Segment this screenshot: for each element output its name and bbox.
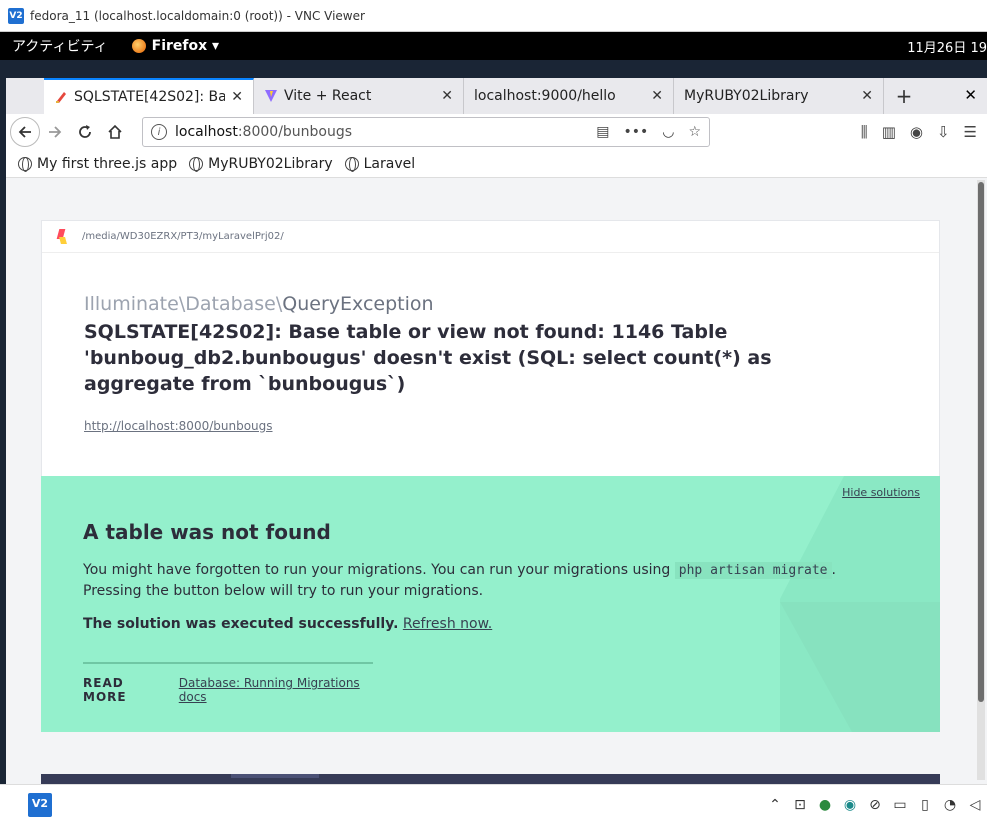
card-topbar: /media/WD30EZRX/PT3/myLaravelPrj02/: [42, 221, 939, 253]
code-snippet: php artisan migrate: [674, 562, 832, 579]
exception-card: /media/WD30EZRX/PT3/myLaravelPrj02/ Illu…: [41, 220, 940, 478]
battery-icon[interactable]: ▭: [892, 797, 908, 813]
app-menu-label: Firefox ▾: [151, 38, 220, 54]
close-icon[interactable]: ✕: [861, 88, 873, 104]
solution-status: The solution was executed successfully. …: [83, 616, 492, 632]
tab-label: localhost:9000/hello: [474, 88, 616, 104]
app-menu-firefox[interactable]: Firefox ▾: [131, 38, 220, 54]
eye-icon[interactable]: ◉: [842, 797, 858, 813]
tab-bar: SQLSTATE[42S02]: Ba ✕ Vite + React ✕ loc…: [6, 78, 987, 114]
success-message: The solution was executed successfully.: [83, 616, 399, 632]
page-viewport: /media/WD30EZRX/PT3/myLaravelPrj02/ Illu…: [6, 178, 987, 784]
bookmark-label: MyRUBY02Library: [208, 155, 333, 172]
solution-title: A table was not found: [83, 520, 331, 544]
menu-icon[interactable]: ☰: [964, 123, 977, 141]
taskbar: V2 ⌃ ⊡ ● ◉ ⊘ ▭ ▯ ◔ ◁: [0, 784, 987, 824]
chrome-icon[interactable]: ●: [817, 797, 833, 813]
exception-namespace: Illuminate\Database\: [84, 293, 283, 315]
activities-button[interactable]: アクティビティ: [12, 36, 108, 56]
read-more-section: READ MORE Database: Running Migrations d…: [83, 662, 373, 704]
tab-vite-react[interactable]: Vite + React ✕: [254, 78, 464, 114]
tab-localhost-9000[interactable]: localhost:9000/hello ✕: [464, 78, 674, 114]
volume-icon[interactable]: ◁: [967, 797, 983, 813]
sidebar-icon[interactable]: ▥: [882, 123, 896, 141]
ime-icon[interactable]: ⊡: [792, 797, 808, 813]
url-path: :8000/bunbougs: [237, 124, 353, 140]
exception-name: QueryException: [282, 293, 434, 315]
solution-text-end: .: [831, 562, 836, 578]
clock[interactable]: 11月26日 19: [907, 37, 987, 56]
bookmark-star-icon[interactable]: ☆: [688, 124, 701, 140]
solution-text: You might have forgotten to run your mig…: [83, 562, 675, 578]
scrollbar-thumb[interactable]: [978, 182, 984, 702]
refresh-link[interactable]: Refresh now.: [403, 616, 492, 632]
reader-view-icon[interactable]: ▤: [596, 124, 609, 140]
library-icon[interactable]: ⫼: [861, 123, 868, 141]
request-url-link[interactable]: http://localhost:8000/bunbougs: [84, 419, 897, 433]
wifi-icon[interactable]: ◔: [942, 797, 958, 813]
gnome-top-bar: アクティビティ Firefox ▾ 11月26日 19: [0, 32, 987, 60]
forward-button[interactable]: [40, 117, 70, 147]
firefox-icon: [131, 39, 146, 53]
reload-icon: [79, 125, 91, 138]
globe-icon: [18, 156, 32, 172]
hide-solutions-link[interactable]: Hide solutions: [842, 486, 920, 499]
tab-label: MyRUBY02Library: [684, 88, 809, 104]
reload-button[interactable]: [70, 117, 100, 147]
ignition-logo-icon: [56, 229, 68, 245]
docs-link[interactable]: Database: Running Migrations docs: [179, 676, 373, 704]
url-host: localhost: [175, 124, 238, 140]
back-button[interactable]: [10, 117, 40, 147]
vite-icon: [265, 90, 277, 102]
usb-icon[interactable]: ▯: [917, 797, 933, 813]
tab-label: SQLSTATE[42S02]: Ba: [74, 89, 226, 105]
solution-text-line2: Pressing the button below will try to ru…: [83, 583, 484, 599]
navigation-bar: i localhost:8000/bunbougs ▤ ••• ◡ ☆ ⫼ ▥ …: [6, 114, 987, 150]
window-close-icon[interactable]: ✕: [964, 86, 977, 104]
account-icon[interactable]: ◉: [910, 123, 923, 141]
bookmark-item[interactable]: Laravel: [344, 155, 416, 172]
new-tab-button[interactable]: +: [884, 78, 924, 114]
bookmark-item[interactable]: My first three.js app: [18, 156, 177, 172]
scrollbar[interactable]: [977, 180, 985, 780]
arrow-left-icon: [18, 126, 31, 138]
globe-icon: [344, 156, 359, 172]
tab-sqlstate[interactable]: SQLSTATE[42S02]: Ba ✕: [44, 78, 254, 114]
more-actions-icon[interactable]: •••: [623, 124, 648, 140]
arrow-right-icon: [49, 126, 62, 138]
bookmark-label: My first three.js app: [37, 155, 178, 172]
tab-myruby02library[interactable]: MyRUBY02Library ✕: [674, 78, 884, 114]
exception-message: SQLSTATE[42S02]: Base table or view not …: [84, 321, 772, 395]
solution-panel: Hide solutions A table was not found You…: [41, 476, 940, 732]
globe-icon: [189, 156, 204, 172]
pocket-icon[interactable]: ◡: [662, 124, 674, 140]
vnc-taskbar-icon[interactable]: V2: [28, 792, 52, 817]
close-icon[interactable]: ✕: [441, 88, 453, 104]
firefox-window: SQLSTATE[42S02]: Ba ✕ Vite + React ✕ loc…: [6, 78, 987, 784]
stack-trace-header: [41, 774, 940, 784]
network-off-icon[interactable]: ⊘: [867, 797, 883, 813]
close-icon[interactable]: ✕: [651, 88, 663, 104]
vnc-logo-icon: V2: [8, 7, 24, 24]
info-icon[interactable]: i: [151, 124, 167, 140]
project-path: /media/WD30EZRX/PT3/myLaravelPrj02/: [82, 231, 284, 242]
bookmark-label: Laravel: [363, 155, 416, 172]
vnc-titlebar: V2 fedora_11 (localhost.localdomain:0 (r…: [0, 0, 987, 32]
home-icon: [108, 124, 122, 139]
chevron-up-icon[interactable]: ⌃: [767, 797, 783, 813]
home-button[interactable]: [100, 117, 130, 147]
bookmarks-toolbar: My first three.js app MyRUBY02Library La…: [6, 150, 987, 178]
vnc-window-title: fedora_11 (localhost.localdomain:0 (root…: [30, 8, 365, 23]
system-tray: ⌃ ⊡ ● ◉ ⊘ ▭ ▯ ◔ ◁: [767, 797, 983, 813]
bookmark-item[interactable]: MyRUBY02Library: [189, 156, 333, 172]
url-bar[interactable]: i localhost:8000/bunbougs ▤ ••• ◡ ☆: [142, 117, 710, 147]
tab-label: Vite + React: [284, 88, 372, 104]
exception-class: Illuminate\Database\QueryException: [84, 293, 897, 315]
downloads-icon[interactable]: ⇩: [937, 123, 950, 141]
solution-description: You might have forgotten to run your mig…: [83, 560, 843, 602]
close-icon[interactable]: ✕: [231, 89, 243, 105]
ignition-icon: [56, 92, 66, 103]
read-more-label: READ MORE: [83, 676, 127, 704]
